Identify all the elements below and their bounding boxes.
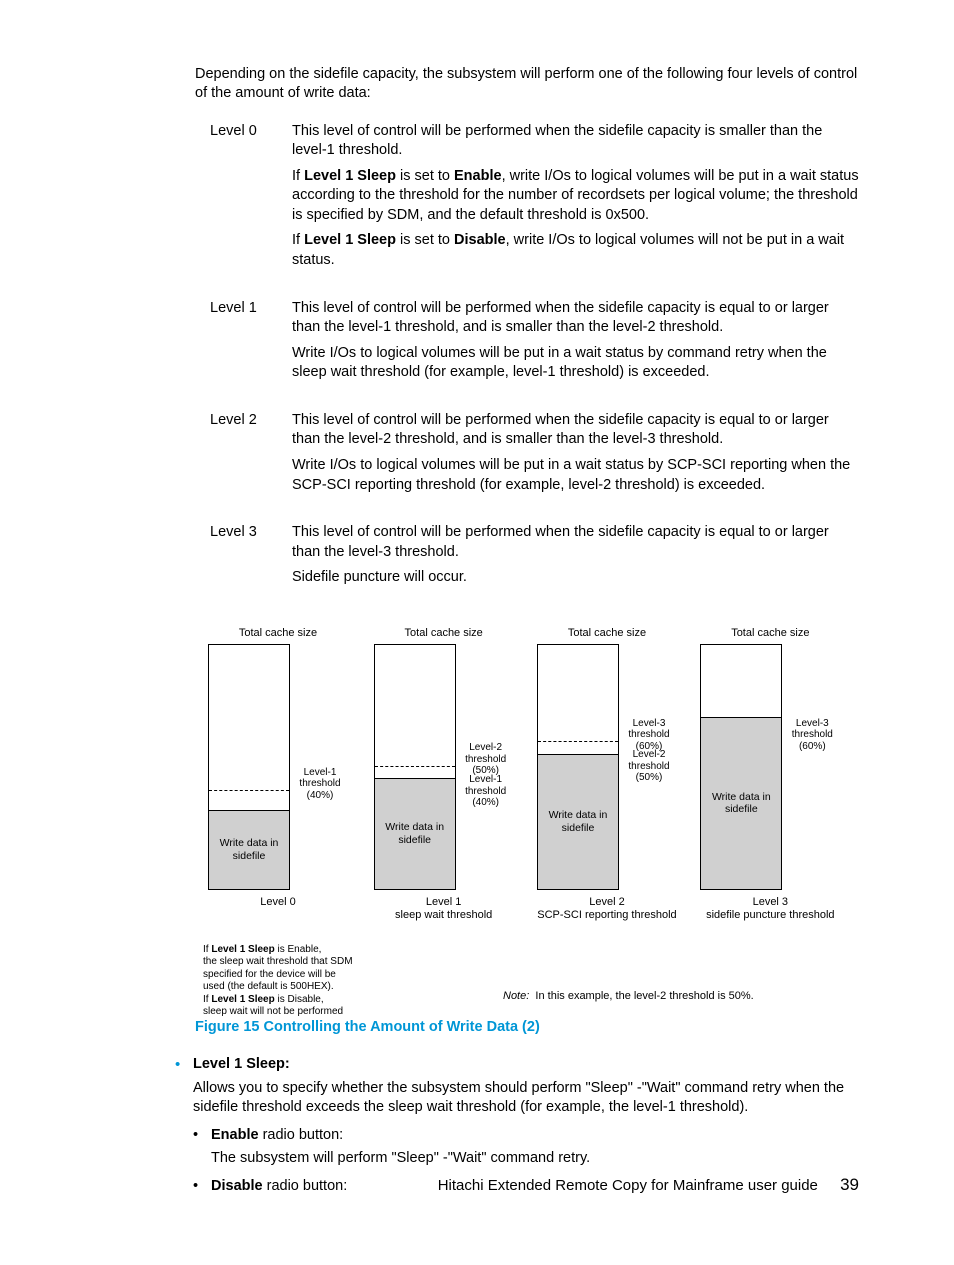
page-footer: Hitachi Extended Remote Copy for Mainfra… (0, 1174, 954, 1197)
level-label: Level 0 (210, 122, 292, 299)
figure-diagram: Total cache size Write data in sidefile … (203, 626, 843, 1004)
diagram-box: Write data in sidefile (208, 644, 290, 890)
level-description: This level of control will be performed … (292, 523, 859, 616)
diagram-top-label: Total cache size (239, 626, 317, 640)
level-label: Level 2 (210, 411, 292, 523)
diagram-col-level2: Total cache size Write data in sidefile … (534, 626, 679, 1019)
level-label: Level 3 (210, 523, 292, 616)
level-label: Level 1 (210, 299, 292, 411)
diagram-col-level1: Total cache size Write data in sidefile … (371, 626, 516, 1019)
level-description: This level of control will be performed … (292, 411, 859, 523)
level-description: This level of control will be performed … (292, 122, 859, 299)
intro-paragraph: Depending on the sidefile capacity, the … (195, 65, 859, 104)
diagram-col-level0: Total cache size Write data in sidefile … (203, 626, 353, 1019)
diagram-col-level3: Total cache size Write data in sidefile … (698, 626, 843, 1019)
level-description: This level of control will be performed … (292, 299, 859, 411)
footer-title: Hitachi Extended Remote Copy for Mainfra… (438, 1177, 818, 1194)
diagram-foot-level0: If Level 1 Sleep is Enable, the sleep wa… (203, 944, 353, 1019)
list-item-enable: Enable radio button: The subsystem will … (193, 1126, 859, 1169)
levels-table: Level 0This level of control will be per… (210, 122, 859, 616)
figure-caption: Figure 15 Controlling the Amount of Writ… (195, 1018, 859, 1038)
page-number: 39 (840, 1175, 859, 1194)
